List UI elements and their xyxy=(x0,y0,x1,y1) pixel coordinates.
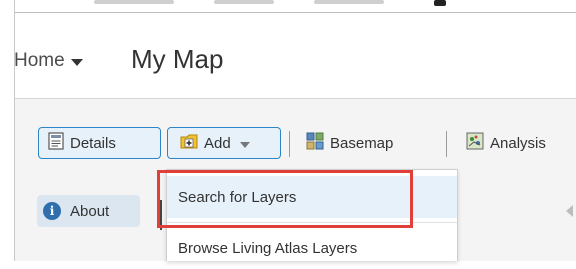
home-label: Home xyxy=(14,50,65,71)
add-layer-icon xyxy=(180,132,198,154)
menu-divider xyxy=(167,222,457,223)
chevron-down-icon xyxy=(239,135,250,152)
menu-item-label: Browse Living Atlas Layers xyxy=(178,239,358,257)
panel-divider xyxy=(160,200,162,230)
menu-item-search-for-layers[interactable]: Search for Layers xyxy=(167,176,457,218)
page-title: My Map xyxy=(131,44,224,74)
toolbar-divider xyxy=(289,131,290,157)
analysis-label: Analysis xyxy=(490,134,546,152)
about-tab[interactable]: i About xyxy=(37,195,140,227)
about-label: About xyxy=(70,202,110,220)
basemap-label: Basemap xyxy=(330,134,394,152)
details-icon xyxy=(48,132,64,154)
analysis-button[interactable]: Analysis xyxy=(466,127,546,159)
collapse-arrow-icon[interactable] xyxy=(566,205,573,217)
add-label: Add xyxy=(204,134,231,152)
add-dropdown-menu: Search for Layers Browse Living Atlas La… xyxy=(166,169,458,261)
basemap-button[interactable]: Basemap xyxy=(306,127,393,159)
menu-item-browse-living-atlas[interactable]: Browse Living Atlas Layers xyxy=(167,227,457,269)
toolbar-divider xyxy=(446,131,447,157)
basemap-grid-icon xyxy=(306,132,324,154)
caret-down-icon xyxy=(70,58,83,66)
menu-item-label: Search for Layers xyxy=(178,188,297,206)
details-button[interactable]: Details xyxy=(38,127,161,159)
home-menu[interactable]: Home xyxy=(14,50,83,72)
map-header xyxy=(15,14,576,99)
details-label: Details xyxy=(70,134,116,152)
add-button[interactable]: Add xyxy=(167,127,281,159)
info-icon: i xyxy=(43,202,61,220)
analysis-icon xyxy=(466,132,484,154)
